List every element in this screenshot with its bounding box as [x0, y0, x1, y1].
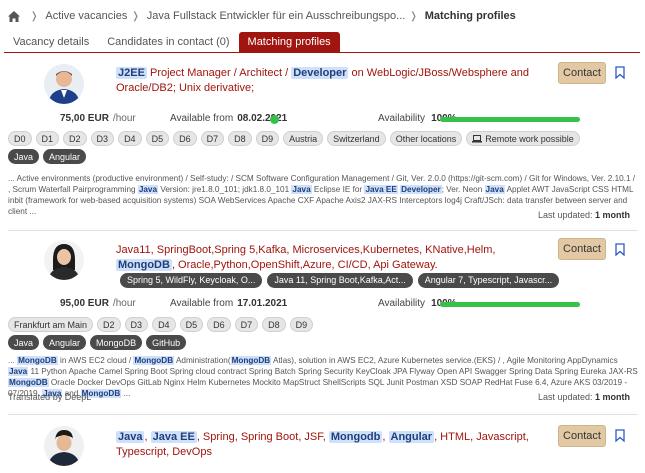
- location-chip: D8: [228, 131, 252, 146]
- divider: [8, 414, 638, 415]
- chevron-right-icon: ❭: [30, 10, 39, 22]
- contact-button[interactable]: Contact: [558, 238, 606, 260]
- breadcrumb-item-vacancy[interactable]: Java Fullstack Entwickler für ein Aussch…: [147, 10, 406, 22]
- skill-chip: Angular: [43, 335, 87, 350]
- contact-button[interactable]: Contact: [558, 62, 606, 84]
- chevron-right-icon: ❭: [409, 10, 418, 22]
- location-chip: D1: [35, 131, 60, 146]
- profile-tag: Java 11, Spring Boot,Kafka,Act...: [267, 273, 413, 288]
- profile-title[interactable]: J2EE Project Manager / Architect / Devel…: [116, 66, 542, 96]
- location-chip: D5: [179, 317, 204, 332]
- profile-meta: 75,00 EUR/hour Available from 08.02.2021 …: [8, 113, 638, 127]
- availability-bar-fill: [440, 302, 580, 307]
- avatar[interactable]: [44, 240, 84, 280]
- skill-chip: Java: [8, 149, 40, 164]
- profile-title[interactable]: Java, Java EE, Spring, Spring Boot, JSF,…: [116, 430, 542, 460]
- available-from: Available from 17.01.2021: [170, 298, 288, 309]
- location-chips: Frankfurt am Main D2 D3 D4 D5 D6 D7 D8 D…: [8, 317, 638, 332]
- skill-chip: MongoDB: [90, 335, 143, 350]
- location-chip: D6: [207, 317, 231, 332]
- location-chip: D3: [124, 317, 149, 332]
- skill-chip: Angular: [43, 149, 87, 164]
- location-chips: D0 D1 D2 D3 D4 D5 D6 D7 D8 D9 Austria Sw…: [8, 131, 638, 146]
- home-icon[interactable]: [8, 10, 20, 22]
- remote-work-chip: Remote work possible: [466, 131, 580, 146]
- location-chip: D4: [152, 317, 176, 332]
- profile-card: Java11, SpringBoot,Spring 5,Kafka, Micro…: [8, 236, 638, 410]
- location-chip: Other locations: [389, 131, 463, 146]
- location-chip: D5: [145, 131, 170, 146]
- availability-bar-fill: [440, 117, 580, 122]
- location-chip: D6: [173, 131, 197, 146]
- location-chip: D2: [63, 131, 87, 146]
- tab-matching-profiles[interactable]: Matching profiles: [238, 32, 340, 52]
- location-chip: Austria: [283, 131, 324, 146]
- chevron-right-icon: ❭: [131, 10, 140, 22]
- profile-meta: 95,00 EUR/hour Available from 17.01.2021 …: [8, 298, 638, 312]
- avatar[interactable]: [44, 426, 84, 466]
- avatar[interactable]: [44, 64, 84, 104]
- tab-vacancy-details[interactable]: Vacancy details: [4, 32, 98, 52]
- location-chip: D4: [118, 131, 142, 146]
- location-chip: D8: [262, 317, 286, 332]
- profile-card: J2EE Project Manager / Architect / Devel…: [8, 58, 638, 226]
- skill-chip: Java: [8, 335, 40, 350]
- breadcrumb: ❭ Active vacancies ❭ Java Fullstack Entw…: [8, 9, 640, 23]
- location-chip: D7: [200, 131, 225, 146]
- availability-bar: [440, 302, 580, 307]
- location-chip: Switzerland: [327, 131, 386, 146]
- skill-chips: Java Angular MongoDB GitHub: [8, 335, 638, 350]
- last-updated: Last updated: 1 month: [537, 392, 630, 402]
- availability-bar: [440, 117, 580, 122]
- profile-title[interactable]: Java11, SpringBoot,Spring 5,Kafka, Micro…: [116, 243, 542, 273]
- translated-by: Translated by DeepL: [8, 392, 92, 402]
- skill-chip: GitHub: [146, 335, 187, 350]
- available-status-dot: [270, 115, 279, 124]
- location-chip: D9: [255, 131, 280, 146]
- profile-tags: Spring 5, WildFly, Keycloak, O... Java 1…: [120, 273, 560, 288]
- profile-card: Java, Java EE, Spring, Spring Boot, JSF,…: [8, 420, 638, 473]
- breadcrumb-item-current: Matching profiles: [424, 10, 516, 22]
- hourly-rate: 75,00 EUR/hour: [60, 113, 136, 124]
- last-updated: Last updated: 1 month: [537, 210, 630, 220]
- location-chip: D3: [90, 131, 115, 146]
- tab-candidates-in-contact[interactable]: Candidates in contact (0): [98, 32, 238, 52]
- bookmark-icon[interactable]: [615, 243, 625, 256]
- location-chip: D2: [97, 317, 121, 332]
- divider: [8, 230, 638, 231]
- hourly-rate: 95,00 EUR/hour: [60, 298, 136, 309]
- skill-chips: Java Angular: [8, 149, 638, 164]
- bookmark-icon[interactable]: [615, 66, 625, 79]
- location-chip: D7: [234, 317, 259, 332]
- tab-bar: Vacancy details Candidates in contact (0…: [4, 32, 640, 53]
- location-chip: D9: [289, 317, 314, 332]
- breadcrumb-item-active-vacancies[interactable]: Active vacancies: [45, 10, 127, 22]
- bookmark-icon[interactable]: [615, 429, 625, 442]
- location-chip: Frankfurt am Main: [8, 317, 94, 332]
- laptop-icon: [472, 134, 483, 142]
- profile-tag: Angular 7, Typescript, Javascr...: [417, 273, 560, 288]
- contact-button[interactable]: Contact: [558, 425, 606, 447]
- location-chip: D0: [8, 131, 32, 146]
- profile-tag: Spring 5, WildFly, Keycloak, O...: [120, 273, 263, 288]
